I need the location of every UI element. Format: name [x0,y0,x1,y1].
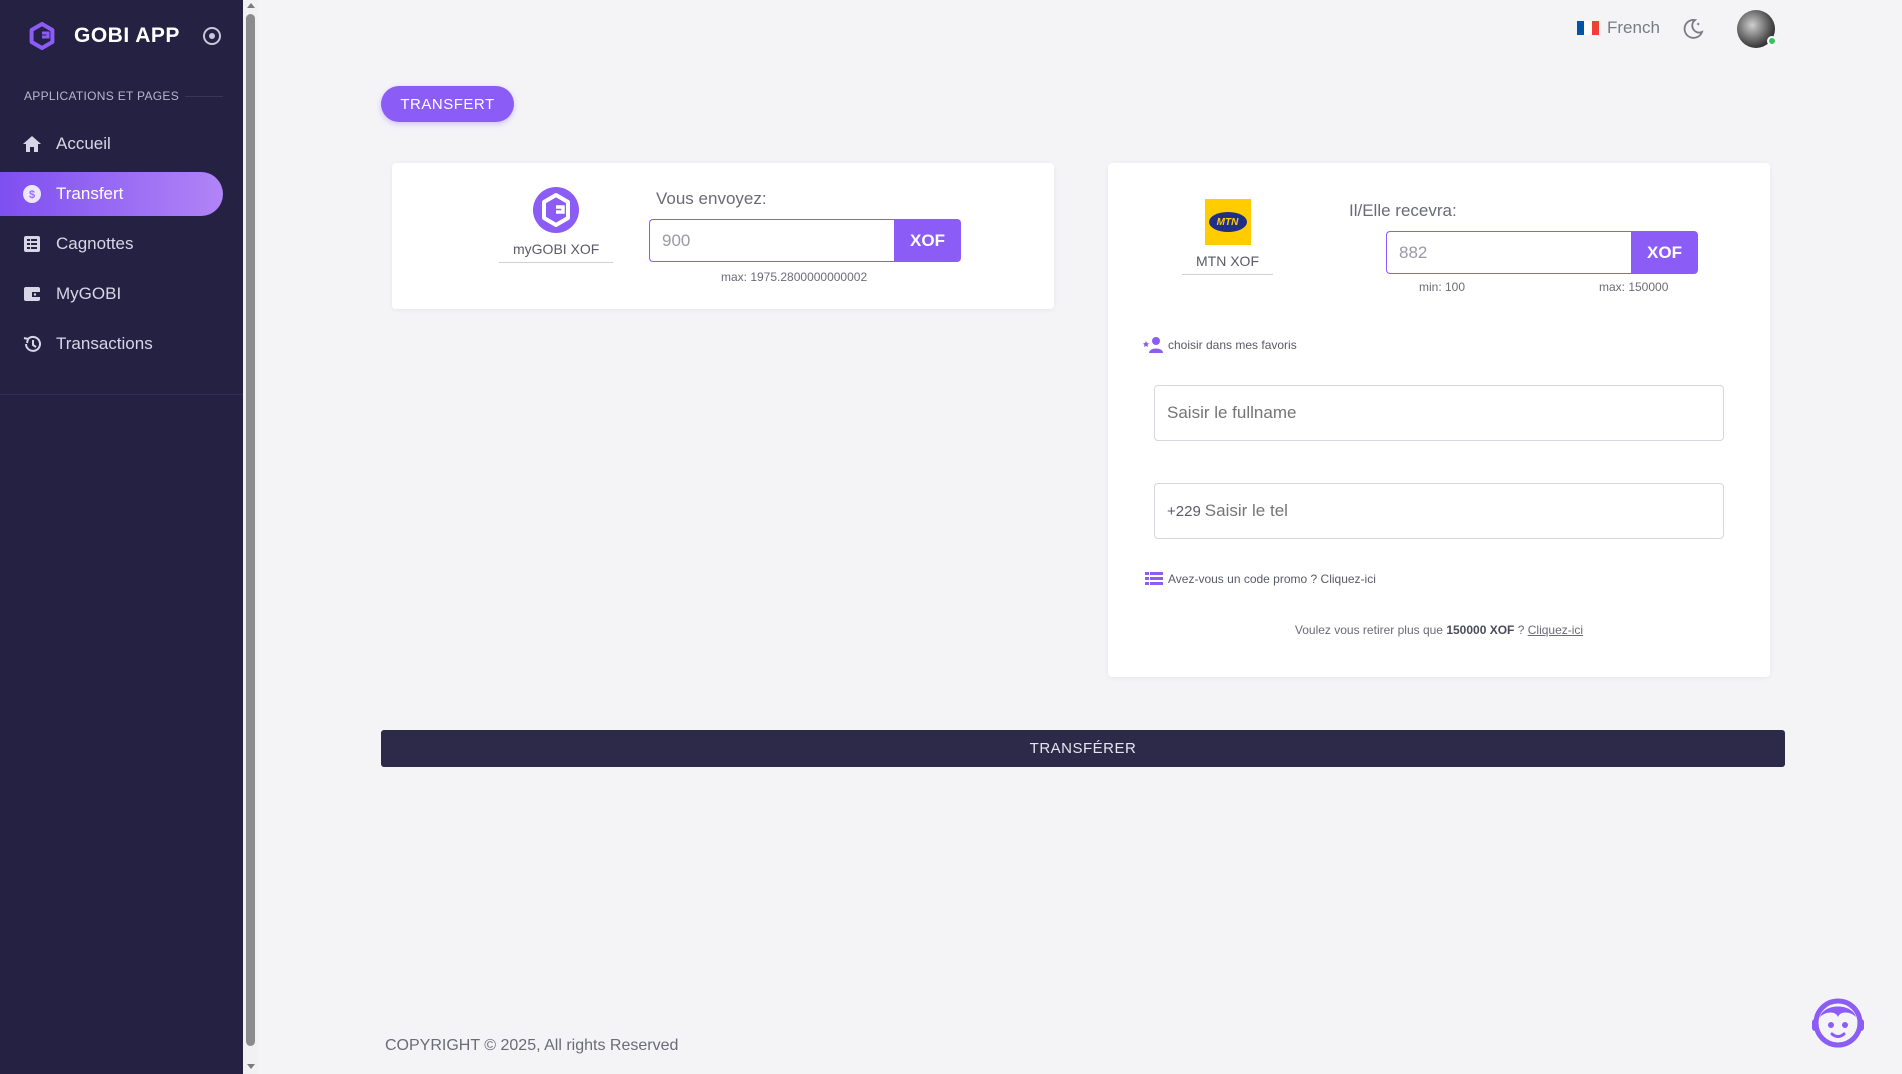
chat-assistant-icon[interactable] [1810,995,1866,1051]
list-box-icon [22,234,42,254]
online-status-dot [1767,36,1777,46]
brand[interactable]: GOBI APP [28,22,180,50]
sidebar-item-label: Transfert [56,184,124,203]
phone-input[interactable] [1204,501,1723,521]
receive-max-hint: max: 150000 [1599,280,1669,294]
sidebar-divider [0,394,243,395]
receive-card: MTN MTN XOF Il/Elle recevra: XOF min: 10… [1108,163,1770,677]
receive-wallet[interactable]: MTN MTN XOF [1182,199,1273,275]
fullname-field[interactable] [1154,385,1724,441]
gobi-logo-icon [29,22,55,50]
phone-field[interactable]: +229 [1154,483,1724,539]
favorites-label: choisir dans mes favoris [1168,338,1297,352]
sidebar-nav: Accueil $ Transfert Cagnottes MyGOBI Tra… [0,122,243,372]
send-amount-input[interactable] [649,219,894,262]
send-amount-label: Vous envoyez: [656,189,767,208]
receive-wallet-name: MTN XOF [1182,253,1273,275]
withdraw-amount: 150000 XOF [1446,623,1515,637]
footer-copyright: COPYRIGHT © 2025, All rights Reserved [385,1037,679,1054]
send-card: myGOBI XOF Vous envoyez: XOF max: 1975.2… [392,163,1054,309]
withdraw-mid: ? [1517,623,1525,637]
sidebar-item-transfert[interactable]: $ Transfert [0,172,223,216]
dollar-circle-icon: $ [22,184,42,204]
list-icon [1145,572,1163,585]
scroll-up-icon[interactable] [247,3,255,8]
sidebar-section-label: APPLICATIONS ET PAGES [24,89,180,103]
sidebar-item-label: Accueil [56,134,111,153]
history-icon [22,334,42,354]
sidebar-item-label: Cagnottes [56,234,134,253]
sidebar-item-cagnottes[interactable]: Cagnottes [0,222,243,266]
add-contact-icon [1143,337,1163,353]
sidebar-item-label: MyGOBI [56,284,122,303]
home-icon [22,134,42,154]
send-max-hint: max: 1975.2800000000002 [721,270,868,284]
language-label: French [1607,18,1660,37]
user-avatar[interactable] [1737,10,1777,48]
receive-amount-group: XOF [1386,231,1698,274]
transfert-tab-button[interactable]: TRANSFERT [381,86,514,122]
fullname-input[interactable] [1167,403,1723,423]
gobi-wallet-icon [533,187,580,233]
send-wallet-name: myGOBI XOF [499,241,614,263]
transfer-submit-button[interactable]: TRANSFÉRER [381,730,1785,767]
send-currency-badge[interactable]: XOF [894,219,961,262]
receive-min-hint: min: 100 [1419,280,1466,294]
send-amount-group: XOF [649,219,961,262]
receive-currency-badge[interactable]: XOF [1631,231,1698,274]
promo-code-label: Avez-vous un code promo ? Cliquez-ici [1168,572,1376,586]
mtn-logo-text: MTN [1208,212,1247,232]
france-flag-icon [1577,21,1599,35]
promo-code-link[interactable]: Avez-vous un code promo ? Cliquez-ici [1145,571,1376,587]
receive-amount-label: Il/Elle recevra: [1349,201,1457,220]
receive-amount-input[interactable] [1386,231,1631,274]
sidebar-item-label: Transactions [56,334,153,353]
section-divider [185,96,223,97]
withdraw-prefix: Voulez vous retirer plus que [1294,623,1443,637]
sidebar-toggle-icon[interactable] [203,27,221,45]
withdraw-more-link[interactable]: Cliquez-ici [1528,623,1583,637]
wallet-icon [22,284,42,304]
favorites-link[interactable]: choisir dans mes favoris [1142,336,1297,354]
svg-text:$: $ [29,189,35,201]
sidebar-item-transactions[interactable]: Transactions [0,322,243,366]
send-wallet[interactable]: myGOBI XOF [499,187,614,263]
withdraw-more-text: Voulez vous retirer plus que 150000 XOF … [1108,623,1770,637]
dark-mode-moon-icon[interactable] [1682,18,1704,40]
language-selector[interactable]: French [1577,18,1660,38]
mtn-logo-icon: MTN [1204,199,1251,245]
sidebar-item-mygobi[interactable]: MyGOBI [0,272,243,316]
sidebar: GOBI APP APPLICATIONS ET PAGES Accueil $… [0,0,243,1074]
scrollbar[interactable] [243,0,258,1074]
scroll-thumb[interactable] [246,14,255,1046]
app-title: GOBI APP [74,24,180,47]
sidebar-item-accueil[interactable]: Accueil [0,122,243,166]
scroll-down-icon[interactable] [247,1064,255,1069]
phone-prefix: +229 [1167,502,1201,520]
